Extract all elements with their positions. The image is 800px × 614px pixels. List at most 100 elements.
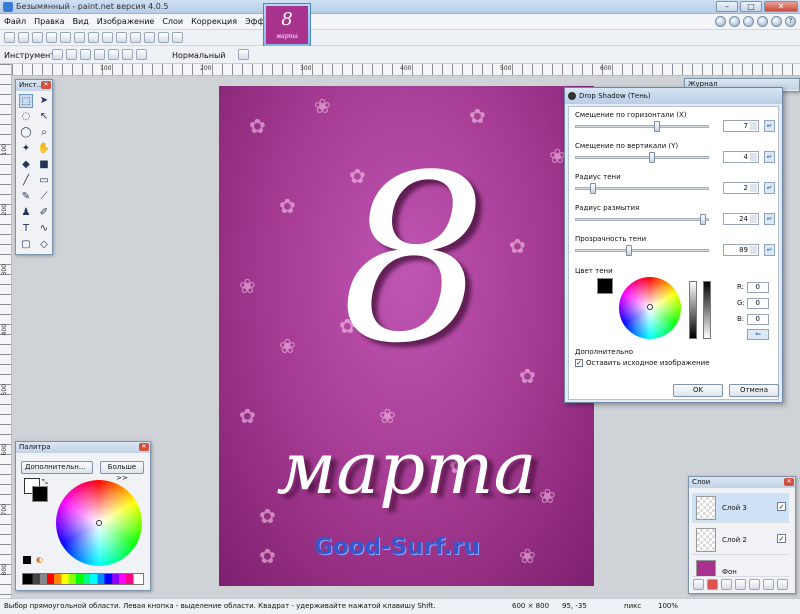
default-colors-icon[interactable] [23,556,31,564]
antialias-icon[interactable] [136,49,147,60]
merge-layer-icon[interactable] [735,579,746,590]
palette-panel-close-button[interactable]: ✕ [139,443,149,451]
palette-more-button[interactable]: Больше >> [100,461,144,482]
layers-panel-close-button[interactable]: ✕ [784,478,794,486]
alpha-bar[interactable] [703,281,711,339]
undo-icon[interactable] [130,32,141,43]
maximize-button[interactable]: □ [740,1,762,12]
deselect-icon[interactable] [116,32,127,43]
reset-arrow-icon[interactable]: ↵ [764,244,775,256]
layers-panel-header[interactable]: Слои ✕ [689,477,795,488]
save-icon[interactable] [32,32,43,43]
lasso-icon[interactable]: ◌ [19,110,33,124]
selection-mode-exclude-icon[interactable] [94,49,105,60]
param-slider-track[interactable] [575,156,709,159]
clone-stamp-icon[interactable]: ♟ [19,206,33,220]
move-layer-up-icon[interactable] [749,579,760,590]
tools-toggle-icon[interactable] [715,16,726,27]
pencil-icon[interactable]: ✎ [19,190,33,204]
selection-tool-icon[interactable] [52,49,63,60]
layer-row[interactable]: Слой 3 ✓ [692,493,789,523]
palette-swatch-strip[interactable] [22,573,144,585]
document-thumbnail[interactable]: 8 марта [263,3,311,47]
param-slider-track[interactable] [575,125,709,128]
keep-original-checkbox[interactable]: ✓ [575,359,583,367]
settings-icon[interactable] [771,16,782,27]
layers-toggle-icon[interactable] [743,16,754,27]
tools-panel-close-button[interactable]: ✕ [41,81,51,89]
move-selected-icon[interactable]: ↖ [37,110,51,124]
value-bar[interactable] [689,281,697,339]
gradient-icon[interactable]: ■ [37,158,51,172]
ellipse-select-icon[interactable]: ◯ [19,126,33,140]
palette-mode-select[interactable]: Дополнительн... [21,461,93,474]
delete-layer-icon[interactable] [707,579,718,590]
history-toggle-icon[interactable] [729,16,740,27]
reset-arrow-icon[interactable]: ↵ [764,213,775,225]
rgb-input[interactable]: 0 [747,314,769,325]
shapes-icon[interactable]: ▢ [19,238,33,252]
move-layer-down-icon[interactable] [763,579,774,590]
param-slider-thumb[interactable] [700,214,706,225]
cut-icon[interactable] [60,32,71,43]
redo-icon[interactable] [144,32,155,43]
param-value-input[interactable]: 2 [723,182,759,194]
eraser-icon[interactable]: ▭ [37,174,51,188]
param-value-input[interactable]: 24 [723,213,759,225]
menu-image[interactable]: Изображение [97,17,155,26]
layer-visibility-checkbox[interactable]: ✓ [777,502,786,511]
primary-color-swatch[interactable] [32,486,48,502]
layer-row[interactable]: Фон [692,557,789,577]
new-icon[interactable] [4,32,15,43]
menu-edit[interactable]: Правка [34,17,64,26]
rgb-input[interactable]: 0 [747,298,769,309]
units-select[interactable]: пикс [624,602,641,610]
reset-arrow-icon[interactable]: ↵ [764,182,775,194]
selection-mode-intersect-icon[interactable] [108,49,119,60]
menu-view[interactable]: Вид [73,17,89,26]
rgb-input[interactable]: 0 [747,282,769,293]
line-curve-icon[interactable]: ∿ [37,222,51,236]
text-icon[interactable]: T [19,222,33,236]
blend-mode-select[interactable]: Нормальный [172,51,226,60]
selection-mode-xor-icon[interactable] [122,49,133,60]
param-value-input[interactable]: 4 [723,151,759,163]
open-icon[interactable] [18,32,29,43]
reset-arrow-icon[interactable]: ↵ [764,151,775,163]
palette-wheel-cursor[interactable] [96,520,102,526]
param-slider-thumb[interactable] [649,152,655,163]
paint-bucket-icon[interactable]: ◆ [19,158,33,172]
image-canvas[interactable]: ✿ ❀ ✿ ❀ ✿ ❀ ✿ ✿ ❀ ✿ ✿ ❀ ✿ ✿ ❀ ✿ ✿ ❀ 8 ма… [219,86,594,586]
selection-mode-replace-icon[interactable] [66,49,77,60]
palette-panel-header[interactable]: Палитра ✕ [16,442,150,453]
pan-icon[interactable]: ✋ [37,142,51,156]
menu-file[interactable]: Файл [4,17,26,26]
ruler-icon[interactable] [172,32,183,43]
grid-icon[interactable] [158,32,169,43]
print-icon[interactable] [46,32,57,43]
palette-icon[interactable]: ◐ [36,555,43,564]
zoom-icon[interactable]: ⌕ [37,126,51,140]
minimize-button[interactable]: – [716,1,738,12]
shapes-fill-icon[interactable]: ◇ [37,238,51,252]
menu-adjustments[interactable]: Коррекция [191,17,237,26]
param-value-input[interactable]: 89 [723,244,759,256]
crop-icon[interactable] [102,32,113,43]
param-value-input[interactable]: 7 [723,120,759,132]
alpha-blending-icon[interactable] [238,49,249,60]
param-slider-thumb[interactable] [654,121,660,132]
ok-button[interactable]: OK [673,384,723,397]
dialog-header[interactable]: Drop Shadow (Тень) [565,88,782,104]
tools-panel-header[interactable]: Инст... ✕ [16,80,52,91]
zoom-select[interactable]: 100% [658,602,678,610]
move-selection-icon[interactable]: ➤ [37,94,51,108]
paintbrush-icon[interactable]: ╱ [19,174,33,188]
duplicate-layer-icon[interactable] [721,579,732,590]
help-icon[interactable]: ? [785,16,796,27]
color-picker-icon[interactable]: ⟋ [37,190,51,204]
swap-colors-icon[interactable]: ⤡ [42,478,48,487]
color-wheel-cursor[interactable] [647,304,653,310]
param-slider-thumb[interactable] [590,183,596,194]
param-slider-track[interactable] [575,249,709,252]
layer-visibility-checkbox[interactable]: ✓ [777,534,786,543]
